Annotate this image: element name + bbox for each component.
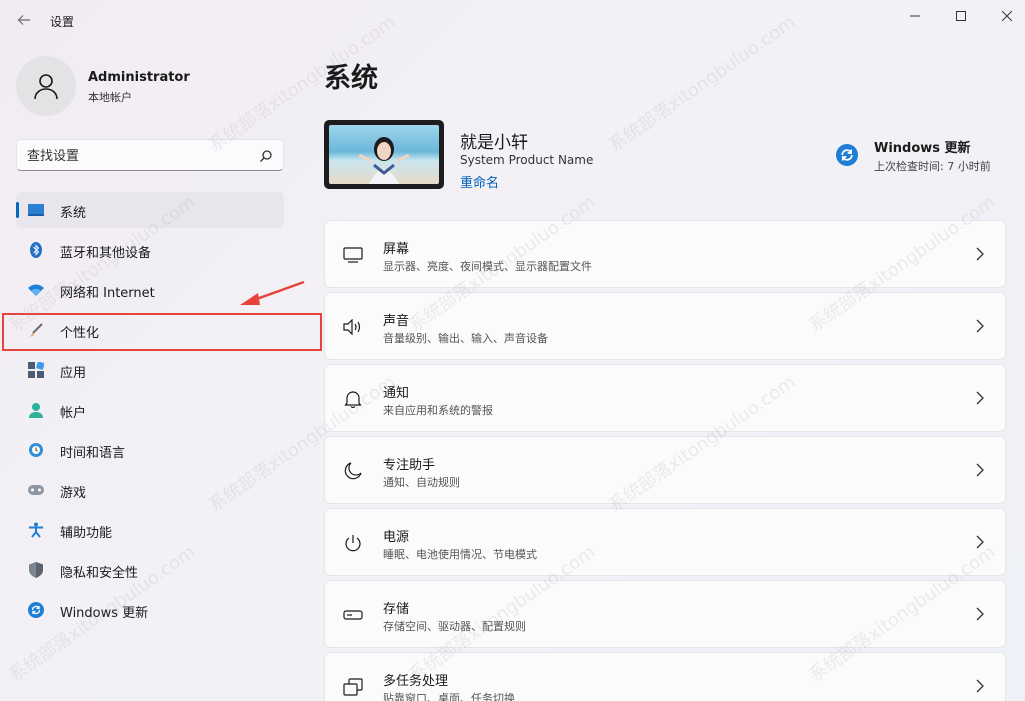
time-language-icon — [28, 442, 44, 458]
sidebar-item-label: 帐户 — [60, 406, 87, 421]
setting-description: 来自应用和系统的警报 — [383, 404, 493, 417]
search-input[interactable] — [27, 146, 247, 166]
sidebar-item-label: 隐私和安全性 — [60, 566, 139, 581]
shield-icon — [28, 562, 44, 578]
setting-description: 存储空间、驱动器、配置规则 — [383, 620, 526, 633]
setting-title: 专注助手 — [383, 458, 436, 473]
sidebar-item-system[interactable]: 系统 — [16, 192, 284, 228]
update-title: Windows 更新 — [874, 141, 971, 156]
annotation-highlight-box — [2, 313, 322, 351]
chevron-right-icon — [976, 679, 984, 693]
moon-icon — [343, 461, 363, 481]
sidebar-nav: 系统 蓝牙和其他设备 网络和 Internet 个性化 应用 帐户 时间和语言 … — [16, 192, 284, 632]
device-model: System Product Name — [460, 153, 594, 167]
minimize-button[interactable] — [892, 0, 938, 32]
setting-power[interactable]: 电源 睡眠、电池使用情况、节电模式 — [324, 508, 1006, 576]
chevron-right-icon — [976, 535, 984, 549]
windows-update-status[interactable]: Windows 更新 上次检查时间: 7 小时前 — [836, 136, 1016, 176]
setting-title: 多任务处理 — [383, 674, 449, 689]
search-box[interactable] — [16, 139, 284, 171]
chevron-right-icon — [976, 319, 984, 333]
setting-display[interactable]: 屏幕 显示器、亮度、夜间模式、显示器配置文件 — [324, 220, 1006, 288]
device-info: 就是小轩 System Product Name 重命名 — [324, 120, 624, 191]
sidebar-item-gaming[interactable]: 游戏 — [16, 472, 284, 508]
setting-title: 声音 — [383, 314, 410, 329]
chevron-right-icon — [976, 247, 984, 261]
setting-title: 存储 — [383, 602, 410, 617]
setting-description: 贴靠窗口、桌面、任务切换 — [383, 692, 515, 701]
page-title: 系统 — [324, 63, 378, 94]
sidebar-item-bluetooth[interactable]: 蓝牙和其他设备 — [16, 232, 284, 268]
avatar — [16, 56, 76, 116]
update-last-check: 上次检查时间: 7 小时前 — [874, 160, 991, 173]
storage-icon — [343, 605, 363, 625]
setting-multitasking[interactable]: 多任务处理 贴靠窗口、桌面、任务切换 — [324, 652, 1006, 701]
search-icon[interactable] — [259, 148, 273, 162]
setting-description: 通知、自动规则 — [383, 476, 460, 489]
setting-focus-assist[interactable]: 专注助手 通知、自动规则 — [324, 436, 1006, 504]
sidebar-item-accessibility[interactable]: 辅助功能 — [16, 512, 284, 548]
sidebar-item-label: 辅助功能 — [60, 526, 113, 541]
settings-list: 屏幕 显示器、亮度、夜间模式、显示器配置文件 声音 音量级别、输出、输入、声音设… — [324, 220, 1006, 701]
desktop-preview — [324, 120, 444, 189]
update-icon — [28, 602, 44, 618]
app-title: 设置 — [50, 15, 75, 29]
power-icon — [343, 533, 363, 553]
sidebar-item-windows-update[interactable]: Windows 更新 — [16, 592, 284, 628]
apps-icon — [28, 362, 44, 378]
bluetooth-icon — [28, 242, 44, 258]
sidebar-item-label: 时间和语言 — [60, 446, 126, 461]
sidebar-item-label: Windows 更新 — [60, 606, 149, 621]
setting-title: 通知 — [383, 386, 410, 401]
sidebar-item-label: 蓝牙和其他设备 — [60, 246, 152, 261]
update-icon — [836, 144, 858, 166]
chevron-right-icon — [976, 607, 984, 621]
maximize-button[interactable] — [938, 0, 984, 32]
setting-description: 音量级别、输出、输入、声音设备 — [383, 332, 548, 345]
system-icon — [28, 202, 44, 218]
wifi-icon — [28, 282, 44, 298]
sidebar-item-time-language[interactable]: 时间和语言 — [16, 432, 284, 468]
device-name: 就是小轩 — [460, 133, 528, 153]
user-name: Administrator — [88, 70, 190, 85]
user-icon — [34, 74, 58, 100]
sidebar-item-privacy[interactable]: 隐私和安全性 — [16, 552, 284, 588]
setting-description: 睡眠、电池使用情况、节电模式 — [383, 548, 537, 561]
user-profile[interactable]: Administrator 本地帐户 — [16, 56, 286, 116]
gamepad-icon — [28, 482, 44, 498]
sidebar-item-apps[interactable]: 应用 — [16, 352, 284, 388]
speaker-icon — [343, 317, 363, 337]
close-button[interactable] — [984, 0, 1025, 32]
display-icon — [343, 245, 363, 265]
bell-icon — [343, 389, 363, 409]
chevron-right-icon — [976, 463, 984, 477]
rename-link[interactable]: 重命名 — [460, 172, 499, 191]
setting-title: 屏幕 — [383, 242, 410, 257]
setting-notifications[interactable]: 通知 来自应用和系统的警报 — [324, 364, 1006, 432]
sidebar-item-label: 应用 — [60, 366, 87, 381]
multitask-icon — [343, 677, 363, 697]
setting-title: 电源 — [383, 530, 410, 545]
sidebar-item-label: 系统 — [60, 206, 87, 221]
accessibility-icon — [28, 522, 44, 538]
title-bar: 设置 — [0, 0, 1025, 44]
back-arrow-icon[interactable] — [12, 10, 36, 34]
chevron-right-icon — [976, 391, 984, 405]
annotation-arrow-icon — [240, 280, 305, 305]
account-type: 本地帐户 — [88, 91, 132, 104]
sidebar-item-label: 网络和 Internet — [60, 286, 155, 301]
sidebar-item-accounts[interactable]: 帐户 — [16, 392, 284, 428]
setting-description: 显示器、亮度、夜间模式、显示器配置文件 — [383, 260, 592, 273]
sidebar-item-label: 游戏 — [60, 486, 87, 501]
account-icon — [28, 402, 44, 418]
setting-storage[interactable]: 存储 存储空间、驱动器、配置规则 — [324, 580, 1006, 648]
wallpaper-thumbnail — [329, 125, 439, 184]
setting-sound[interactable]: 声音 音量级别、输出、输入、声音设备 — [324, 292, 1006, 360]
